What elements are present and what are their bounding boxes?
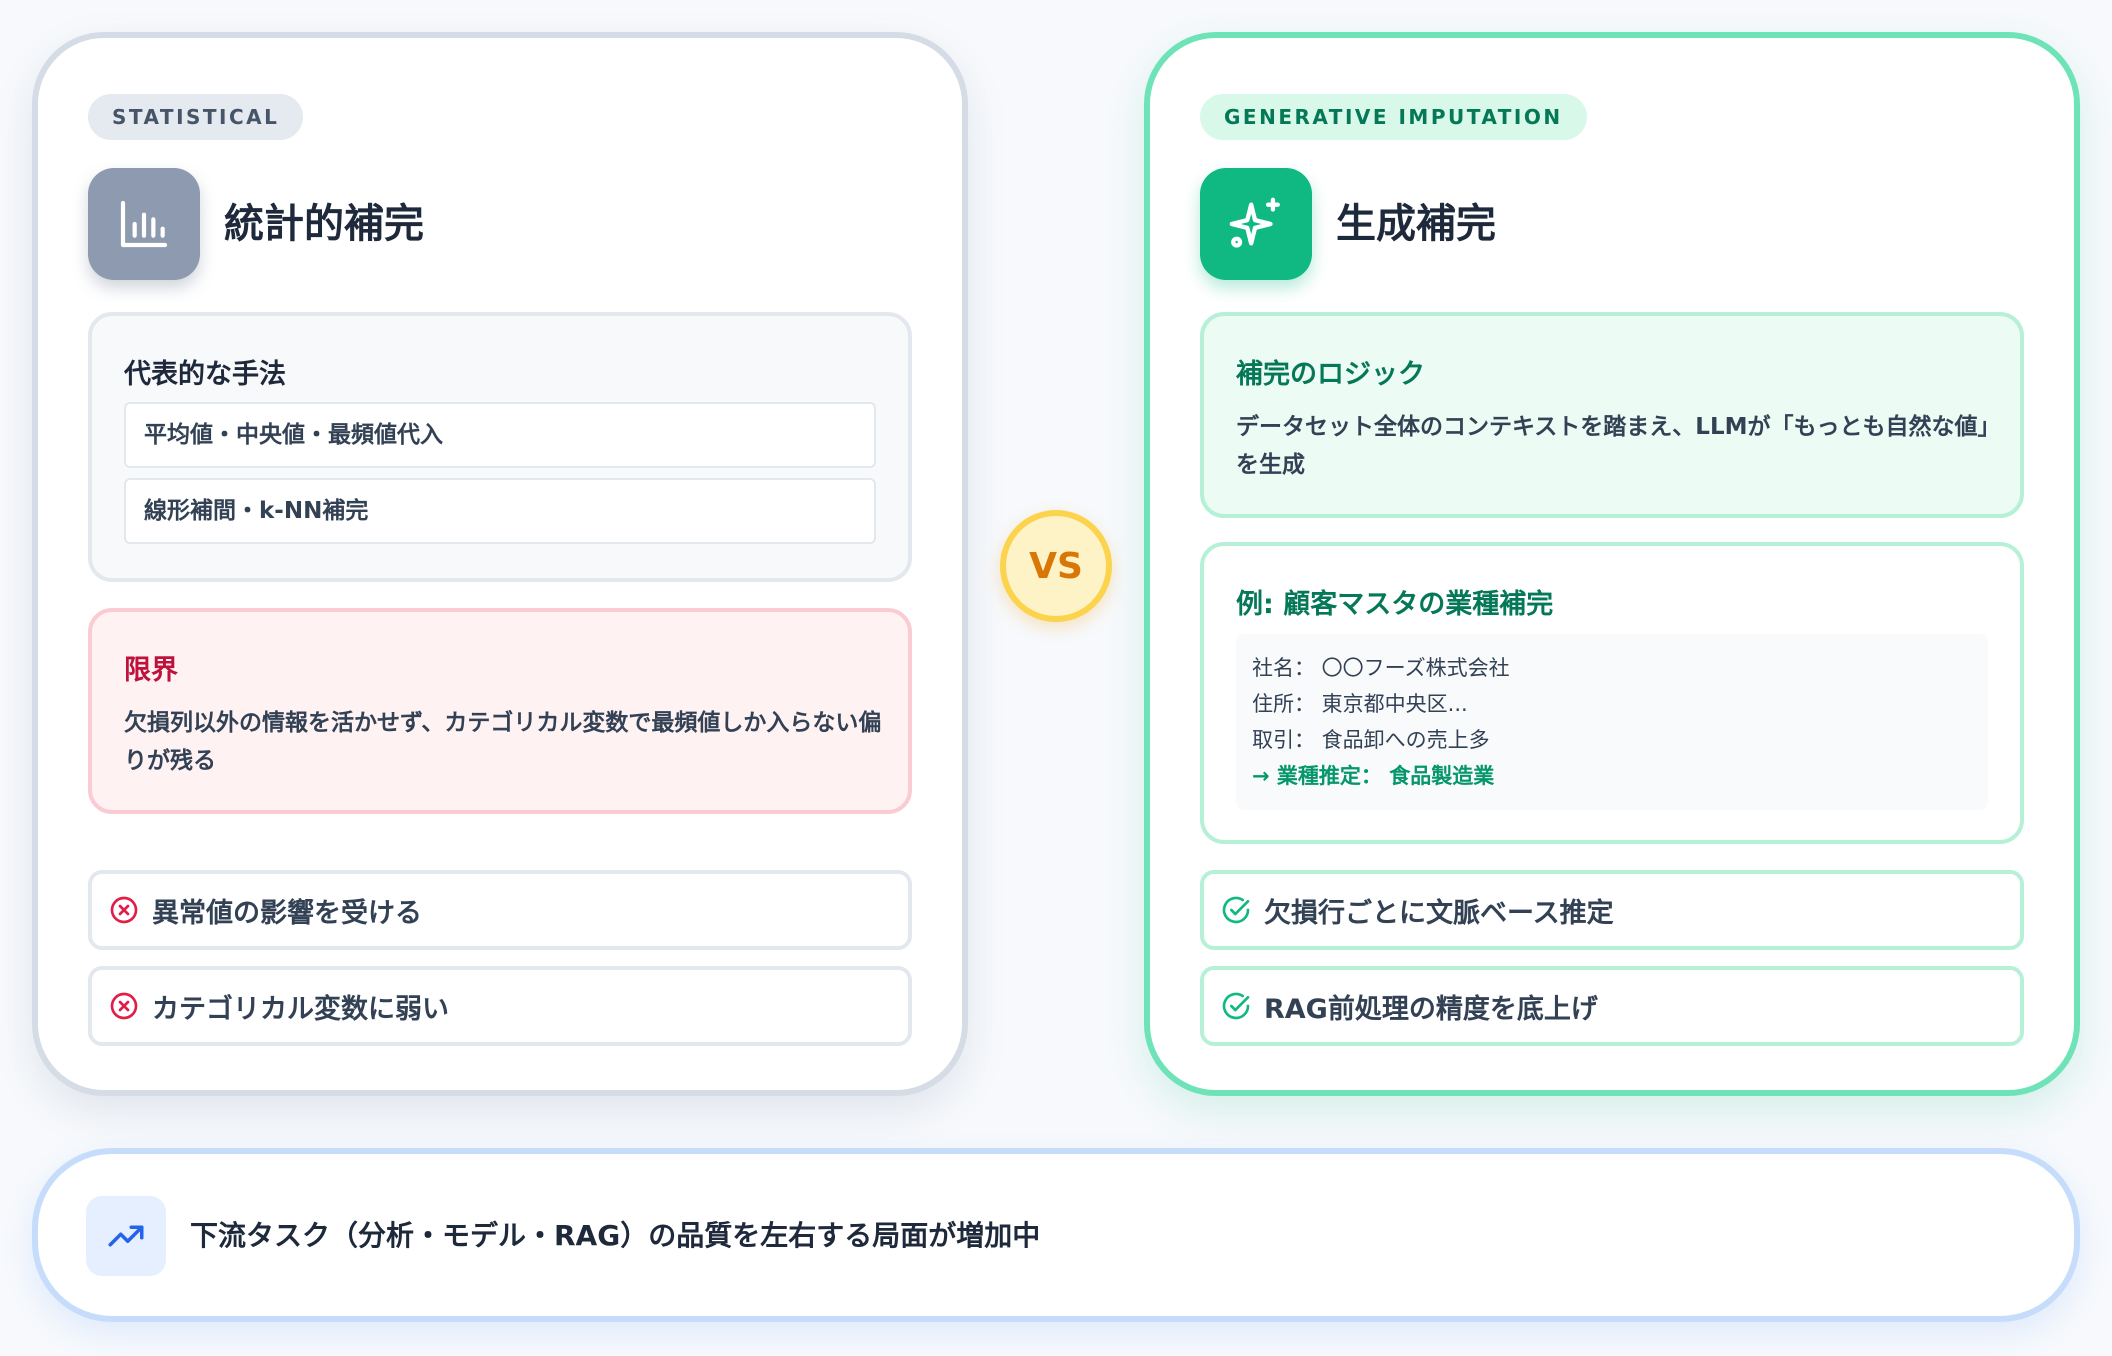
generative-badge: GENERATIVE IMPUTATION bbox=[1200, 94, 1587, 140]
logic-heading: 補完のロジック bbox=[1236, 359, 1425, 390]
pro-item: RAG前処理の精度を底上げ bbox=[1200, 966, 2024, 1046]
x-circle-icon bbox=[110, 896, 138, 924]
generative-card: GENERATIVE IMPUTATION 生成補完 補完のロジック データセッ… bbox=[1144, 32, 2080, 1096]
sparkles-icon bbox=[1200, 168, 1312, 280]
bar-chart-icon bbox=[88, 168, 200, 280]
example-line: 取引： 食品卸への売上多 bbox=[1252, 728, 1490, 752]
example-panel: 例: 顧客マスタの業種補完 社名： 〇〇フーズ株式会社 住所： 東京都中央区..… bbox=[1200, 542, 2024, 844]
check-circle-icon bbox=[1222, 896, 1250, 924]
logic-panel: 補完のロジック データセット全体のコンテキストを踏まえ、LLMが「もっとも自然な… bbox=[1200, 312, 2024, 518]
example-box: 社名： 〇〇フーズ株式会社 住所： 東京都中央区... 取引： 食品卸への売上多… bbox=[1236, 634, 1988, 810]
x-circle-icon bbox=[110, 992, 138, 1020]
example-line: 住所： 東京都中央区... bbox=[1252, 692, 1468, 716]
pro-item: 欠損行ごとに文脈ベース推定 bbox=[1200, 870, 2024, 950]
limit-heading: 限界 bbox=[124, 655, 178, 686]
vs-badge: VS bbox=[1000, 510, 1112, 622]
limit-panel: 限界 欠損列以外の情報を活かせず、カテゴリカル変数で最頻値しか入らない偏りが残る bbox=[88, 608, 912, 814]
example-heading: 例: 顧客マスタの業種補完 bbox=[1236, 589, 1554, 620]
logic-text: データセット全体のコンテキストを踏まえ、LLMが「もっとも自然な値」を生成 bbox=[1236, 414, 1990, 478]
example-line: 社名： 〇〇フーズ株式会社 bbox=[1252, 656, 1510, 680]
methods-panel: 代表的な手法 平均値・中央値・最頻値代入 線形補間・k-NN補完 bbox=[88, 312, 912, 582]
con-item: カテゴリカル変数に弱い bbox=[88, 966, 912, 1046]
check-circle-icon bbox=[1222, 992, 1250, 1020]
methods-heading: 代表的な手法 bbox=[124, 359, 286, 390]
example-result: → 業種推定： 食品製造業 bbox=[1252, 764, 1495, 788]
trending-up-icon bbox=[86, 1196, 166, 1276]
method-item: 平均値・中央値・最頻値代入 bbox=[124, 402, 876, 468]
footer-banner: 下流タスク（分析・モデル・RAG）の品質を左右する局面が増加中 bbox=[32, 1148, 2080, 1322]
con-text: 異常値の影響を受ける bbox=[152, 897, 422, 929]
pro-text: 欠損行ごとに文脈ベース推定 bbox=[1264, 897, 1614, 929]
con-text: カテゴリカル変数に弱い bbox=[152, 993, 449, 1025]
footer-text: 下流タスク（分析・モデル・RAG）の品質を左右する局面が増加中 bbox=[190, 1219, 1041, 1252]
statistical-badge: STATISTICAL bbox=[88, 94, 304, 140]
pro-text: RAG前処理の精度を底上げ bbox=[1264, 993, 1598, 1025]
statistical-card: STATISTICAL 統計的補完 代表的な手法 平均値・中央値・最頻値代入 線… bbox=[32, 32, 968, 1096]
method-item: 線形補間・k-NN補完 bbox=[124, 478, 876, 544]
generative-title: 生成補完 bbox=[1336, 201, 1496, 247]
statistical-title: 統計的補完 bbox=[224, 201, 424, 247]
limit-text: 欠損列以外の情報を活かせず、カテゴリカル変数で最頻値しか入らない偏りが残る bbox=[124, 710, 882, 774]
con-item: 異常値の影響を受ける bbox=[88, 870, 912, 950]
